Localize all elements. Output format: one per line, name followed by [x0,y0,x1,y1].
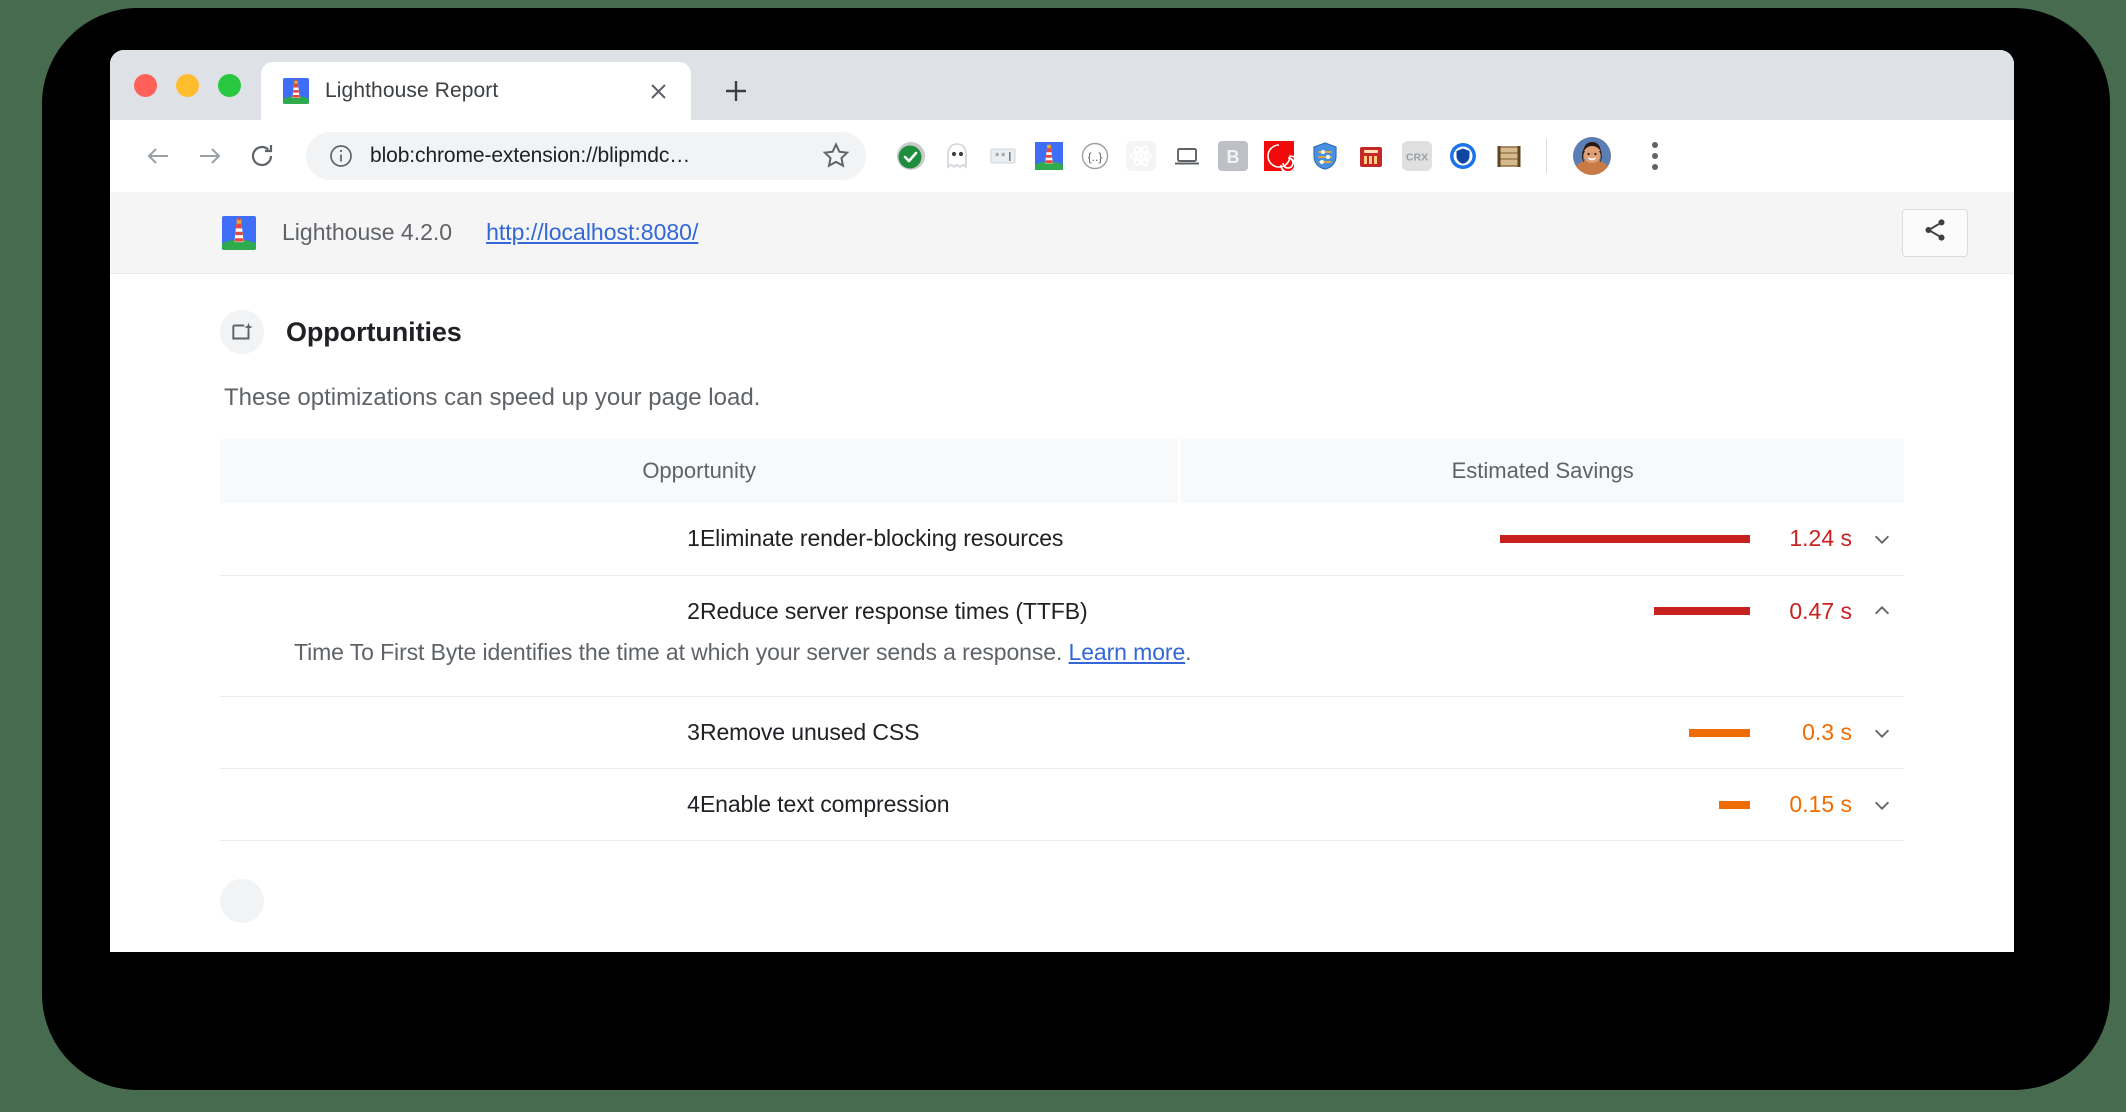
savings-bar [1719,800,1750,809]
savings-value: 0.3 s [1802,719,1852,745]
row-savings: 0.3 s [1179,696,1904,769]
chevron-down-icon[interactable] [1860,528,1904,550]
row-index: 3 [220,696,700,769]
browser-tab[interactable]: Lighthouse Report [261,62,691,120]
lighthouse-version: Lighthouse 4.2.0 [282,219,453,245]
opportunities-section-header: Opportunities [220,274,1904,354]
savings-value: 1.24 s [1789,525,1852,552]
opportunity-icon [220,310,264,354]
learn-more-link[interactable]: Learn more [1069,639,1186,665]
description-suffix: . [1185,639,1192,665]
password-field-icon[interactable]: * * [988,141,1018,171]
chevron-down-icon[interactable] [1860,722,1904,744]
row-index: 2 [220,574,700,647]
svg-text:*: * [1001,151,1006,163]
blue-shield-circle-icon[interactable] [1448,141,1478,171]
reload-icon[interactable] [238,132,286,180]
extension-toolbar: * * {..} B CRX [896,134,1673,178]
curly-braces-icon[interactable]: {..} [1080,141,1110,171]
row-description-text: Time To First Byte identifies the time a… [220,639,1904,666]
blue-shield-sliders-icon[interactable] [1310,141,1340,171]
row-description: Time To First Byte identifies the time a… [220,639,1904,697]
table-bottom-divider [220,840,1904,841]
table-body: 1 Eliminate render-blocking resources 1.… [220,503,1904,841]
back-arrow-icon[interactable] [134,132,182,180]
savings-value: 0.15 s [1789,791,1852,817]
minimize-window-button[interactable] [176,73,199,97]
next-section-icon [220,879,264,923]
table-row[interactable]: 1 Eliminate render-blocking resources 1.… [220,503,1904,575]
toolbar-divider [1546,139,1547,173]
table-row[interactable]: 4 Enable text compression 0.15 s [220,768,1904,841]
user-avatar[interactable] [1573,137,1611,175]
row-savings: 1.24 s [1180,503,1904,575]
row-title: Eliminate render-blocking resources [699,525,1064,552]
share-button[interactable] [1902,208,1968,257]
chevron-down-icon[interactable] [1860,794,1904,816]
svg-text:CRX: CRX [1406,152,1428,164]
table-row[interactable]: 3 Remove unused CSS 0.3 s [220,696,1904,769]
page-content: Lighthouse 4.2.0 http://localhost:8080/ [110,192,2014,952]
ghost-icon[interactable] [942,141,972,171]
savings-bar [1654,607,1750,616]
column-header-opportunity: Opportunity [220,439,1180,503]
url-text: blob:chrome-extension://blipmdc… [370,144,691,167]
crate-icon[interactable] [1494,141,1524,171]
row-savings: 0.15 s [1179,768,1904,841]
laptop-icon[interactable] [1172,141,1202,171]
row-title: Enable text compression [699,768,1180,841]
red-spiral-icon[interactable] [1264,141,1294,171]
row-savings: 0.47 s [1179,574,1904,647]
page-title: Opportunities [286,316,462,347]
table-header: Opportunity Estimated Savings [220,439,1904,503]
forward-arrow-icon[interactable] [186,132,234,180]
row-title: Remove unused CSS [699,696,1180,769]
row-index: 1 [687,525,700,552]
lighthouse-icon [283,78,309,104]
svg-text:{..}: {..} [1088,150,1103,164]
new-tab-button[interactable] [713,68,759,114]
description-prefix: Time To First Byte identifies the time a… [294,639,1069,665]
column-header-savings: Estimated Savings [1178,439,1904,503]
three-dot-menu-icon[interactable] [1637,134,1673,178]
browser-toolbar: blob:chrome-extension://blipmdc… * * {..… [110,120,2014,192]
address-bar[interactable]: blob:chrome-extension://blipmdc… [306,132,866,180]
chevron-up-icon[interactable] [1860,600,1904,622]
tab-strip: Lighthouse Report [110,50,2014,120]
row-index: 4 [220,768,700,841]
section-description: These optimizations can speed up your pa… [224,384,761,411]
savings-bar [1689,728,1750,737]
lighthouse-topbar: Lighthouse 4.2.0 http://localhost:8080/ [110,192,2014,274]
opportunities-table: Opportunity Estimated Savings 1 Eliminat… [220,439,1904,841]
green-check-icon[interactable] [896,141,926,171]
row-title: Reduce server response times (TTFB) [699,574,1180,647]
lighthouse-icon [222,215,256,250]
svg-text:*: * [995,151,1000,163]
savings-bar [1500,534,1750,543]
bookmark-star-icon[interactable] [822,141,852,171]
audited-url-link[interactable]: http://localhost:8080/ [486,219,698,246]
lighthouse-body: Opportunities These optimizations can sp… [110,274,2014,923]
browser-window: Lighthouse Report blob:chrome-extension:… [110,50,2014,952]
window-traffic-lights [110,50,261,120]
close-icon[interactable] [643,76,673,106]
lighthouse-icon[interactable] [1034,141,1064,171]
table-row[interactable]: 2 Reduce server response times (TTFB) 0.… [220,574,1904,647]
crx-icon[interactable]: CRX [1402,141,1432,171]
react-atom-icon[interactable] [1126,141,1156,171]
share-icon [1922,217,1948,248]
close-window-button[interactable] [134,73,157,97]
info-circle-icon[interactable] [328,143,354,169]
maximize-window-button[interactable] [218,73,241,97]
red-toolbox-icon[interactable] [1356,141,1386,171]
letter-b-icon[interactable]: B [1218,141,1248,171]
svg-text:B: B [1227,147,1240,167]
tab-title: Lighthouse Report [325,79,499,102]
savings-value: 0.47 s [1789,597,1852,624]
